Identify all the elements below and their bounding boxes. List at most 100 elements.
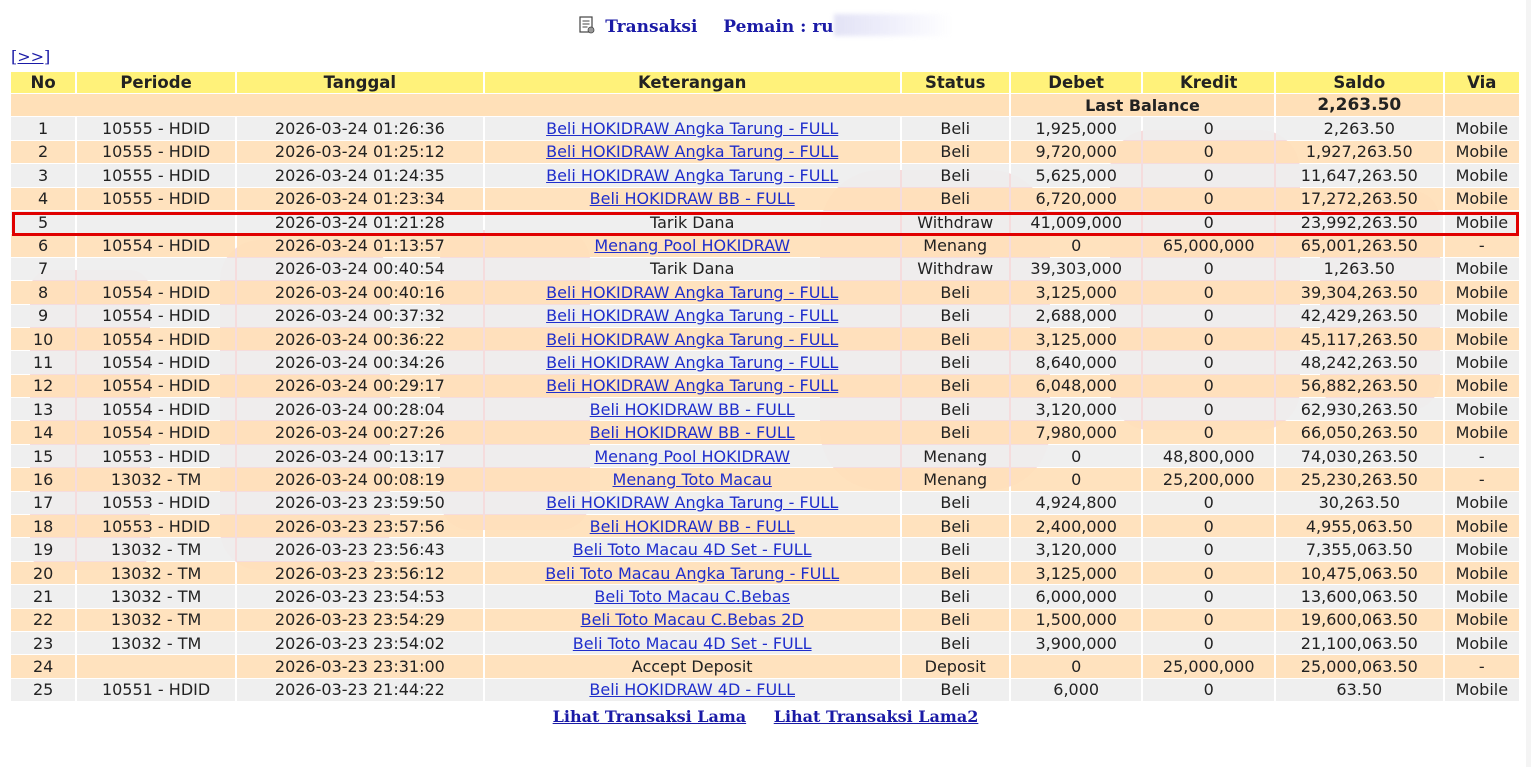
row-saldo: 4,955,063.50 [1275,515,1443,538]
keterangan-link[interactable]: Beli HOKIDRAW Angka Tarung - FULL [546,283,838,302]
row-status: Beli [901,351,1009,374]
row-status: Beli [901,608,1009,631]
row-kredit: 65,000,000 [1143,234,1274,257]
row-saldo: 19,600,063.50 [1275,608,1443,631]
keterangan-link[interactable]: Beli HOKIDRAW BB - FULL [590,423,795,442]
row-debet: 3,125,000 [1010,327,1142,351]
page-header: Transaksi Pemain : ru [0,14,1531,39]
keterangan-link[interactable]: Beli HOKIDRAW BB - FULL [590,400,795,419]
keterangan-link[interactable]: Beli HOKIDRAW Angka Tarung - FULL [546,376,838,395]
row-status: Beli [901,140,1009,164]
col-header-tanggal: Tanggal [236,72,483,93]
old-transactions-link[interactable]: Lihat Transaksi Lama [553,707,747,726]
row-tanggal: 2026-03-24 00:34:26 [236,351,483,374]
row-keterangan: Beli Toto Macau 4D Set - FULL [484,631,900,655]
old-transactions-link-2[interactable]: Lihat Transaksi Lama2 [774,707,979,726]
row-periode: 10555 - HDID [77,117,235,140]
row-keterangan: Beli Toto Macau C.Bebas [484,585,900,608]
row-no: 21 [11,585,76,608]
row-debet: 6,720,000 [1010,187,1142,210]
last-balance-label: Last Balance [1010,94,1274,117]
row-no: 22 [11,608,76,631]
row-via: Mobile [1444,304,1519,327]
keterangan-link[interactable]: Beli Toto Macau Angka Tarung - FULL [545,564,839,583]
keterangan-link[interactable]: Menang Pool HOKIDRAW [594,236,790,255]
row-keterangan: Beli HOKIDRAW Angka Tarung - FULL [484,351,900,374]
row-debet: 0 [1010,655,1142,678]
row-periode: 10554 - HDID [77,374,235,398]
row-kredit: 0 [1143,164,1274,187]
row-tanggal: 2026-03-23 23:31:00 [236,655,483,678]
keterangan-link[interactable]: Beli HOKIDRAW BB - FULL [590,189,795,208]
row-via: Mobile [1444,631,1519,655]
keterangan-link[interactable]: Menang Toto Macau [613,470,772,489]
row-debet: 0 [1010,468,1142,491]
row-saldo: 25,230,263.50 [1275,468,1443,491]
row-status: Beli [901,187,1009,210]
row-debet: 3,125,000 [1010,281,1142,304]
last-balance-value: 2,263.50 [1275,94,1443,117]
row-no: 14 [11,421,76,444]
row-keterangan: Beli HOKIDRAW Angka Tarung - FULL [484,164,900,187]
next-page-link[interactable]: [>>] [11,47,50,66]
table-row: 10 10554 - HDID 2026-03-24 00:36:22 Beli HO… [11,327,1519,351]
keterangan-link[interactable]: Beli HOKIDRAW Angka Tarung - FULL [546,119,838,138]
row-via: Mobile [1444,538,1519,561]
row-debet: 0 [1010,234,1142,257]
footer-links: Lihat Transaksi Lama Lihat Transaksi Lam… [0,707,1531,726]
row-status: Beli [901,398,1009,421]
row-status: Deposit [901,655,1009,678]
row-saldo: 48,242,263.50 [1275,351,1443,374]
keterangan-link[interactable]: Beli Toto Macau 4D Set - FULL [573,540,812,559]
row-saldo: 11,647,263.50 [1275,164,1443,187]
row-via: Mobile [1444,561,1519,585]
row-tanggal: 2026-03-24 00:37:32 [236,304,483,327]
keterangan-link[interactable]: Beli HOKIDRAW Angka Tarung - FULL [546,493,838,512]
row-status: Beli [901,281,1009,304]
row-no: 1 [11,117,76,140]
keterangan-link[interactable]: Beli HOKIDRAW Angka Tarung - FULL [546,306,838,325]
row-keterangan: Menang Pool HOKIDRAW [484,444,900,468]
row-kredit: 0 [1143,398,1274,421]
keterangan-link[interactable]: Beli HOKIDRAW BB - FULL [590,517,795,536]
row-via: Mobile [1444,117,1519,140]
row-tanggal: 2026-03-23 23:54:29 [236,608,483,631]
table-header-row: No Periode Tanggal Keterangan Status Deb… [11,72,1519,93]
table-row: 14 10554 - HDID 2026-03-24 00:27:26 Beli HO… [11,421,1519,444]
keterangan-link[interactable]: Beli HOKIDRAW 4D - FULL [589,680,795,699]
row-keterangan: Beli HOKIDRAW Angka Tarung - FULL [484,117,900,140]
transaction-table: No Periode Tanggal Keterangan Status Deb… [9,71,1521,702]
row-via: Mobile [1444,351,1519,374]
row-kredit: 0 [1143,140,1274,164]
keterangan-link[interactable]: Menang Pool HOKIDRAW [594,447,790,466]
row-debet: 6,048,000 [1010,374,1142,398]
keterangan-link[interactable]: Beli Toto Macau C.Bebas [594,587,790,606]
row-saldo: 45,117,263.50 [1275,327,1443,351]
row-keterangan: Beli HOKIDRAW Angka Tarung - FULL [484,304,900,327]
table-row: 1 10555 - HDID 2026-03-24 01:26:36 Beli HOK… [11,117,1519,140]
keterangan-link[interactable]: Beli HOKIDRAW Angka Tarung - FULL [546,353,838,372]
row-tanggal: 2026-03-24 00:28:04 [236,398,483,421]
scrollbar[interactable] [1526,0,1531,767]
row-tanggal: 2026-03-23 23:54:53 [236,585,483,608]
keterangan-link[interactable]: Beli HOKIDRAW Angka Tarung - FULL [546,142,838,161]
keterangan-link[interactable]: Beli HOKIDRAW Angka Tarung - FULL [546,166,838,185]
row-status: Withdraw [901,210,1009,234]
row-tanggal: 2026-03-24 00:27:26 [236,421,483,444]
keterangan-link[interactable]: Beli HOKIDRAW Angka Tarung - FULL [546,330,838,349]
row-saldo: 30,263.50 [1275,491,1443,515]
row-saldo: 65,001,263.50 [1275,234,1443,257]
row-status: Beli [901,304,1009,327]
row-saldo: 74,030,263.50 [1275,444,1443,468]
row-status: Beli [901,491,1009,515]
row-periode: 10554 - HDID [77,398,235,421]
row-debet: 4,924,800 [1010,491,1142,515]
col-header-kredit: Kredit [1143,72,1274,93]
keterangan-link[interactable]: Beli Toto Macau C.Bebas 2D [581,610,804,629]
row-kredit: 0 [1143,117,1274,140]
row-tanggal: 2026-03-23 23:56:12 [236,561,483,585]
row-kredit: 0 [1143,304,1274,327]
row-via: Mobile [1444,140,1519,164]
row-saldo: 63.50 [1275,678,1443,702]
keterangan-link[interactable]: Beli Toto Macau 4D Set - FULL [573,634,812,653]
